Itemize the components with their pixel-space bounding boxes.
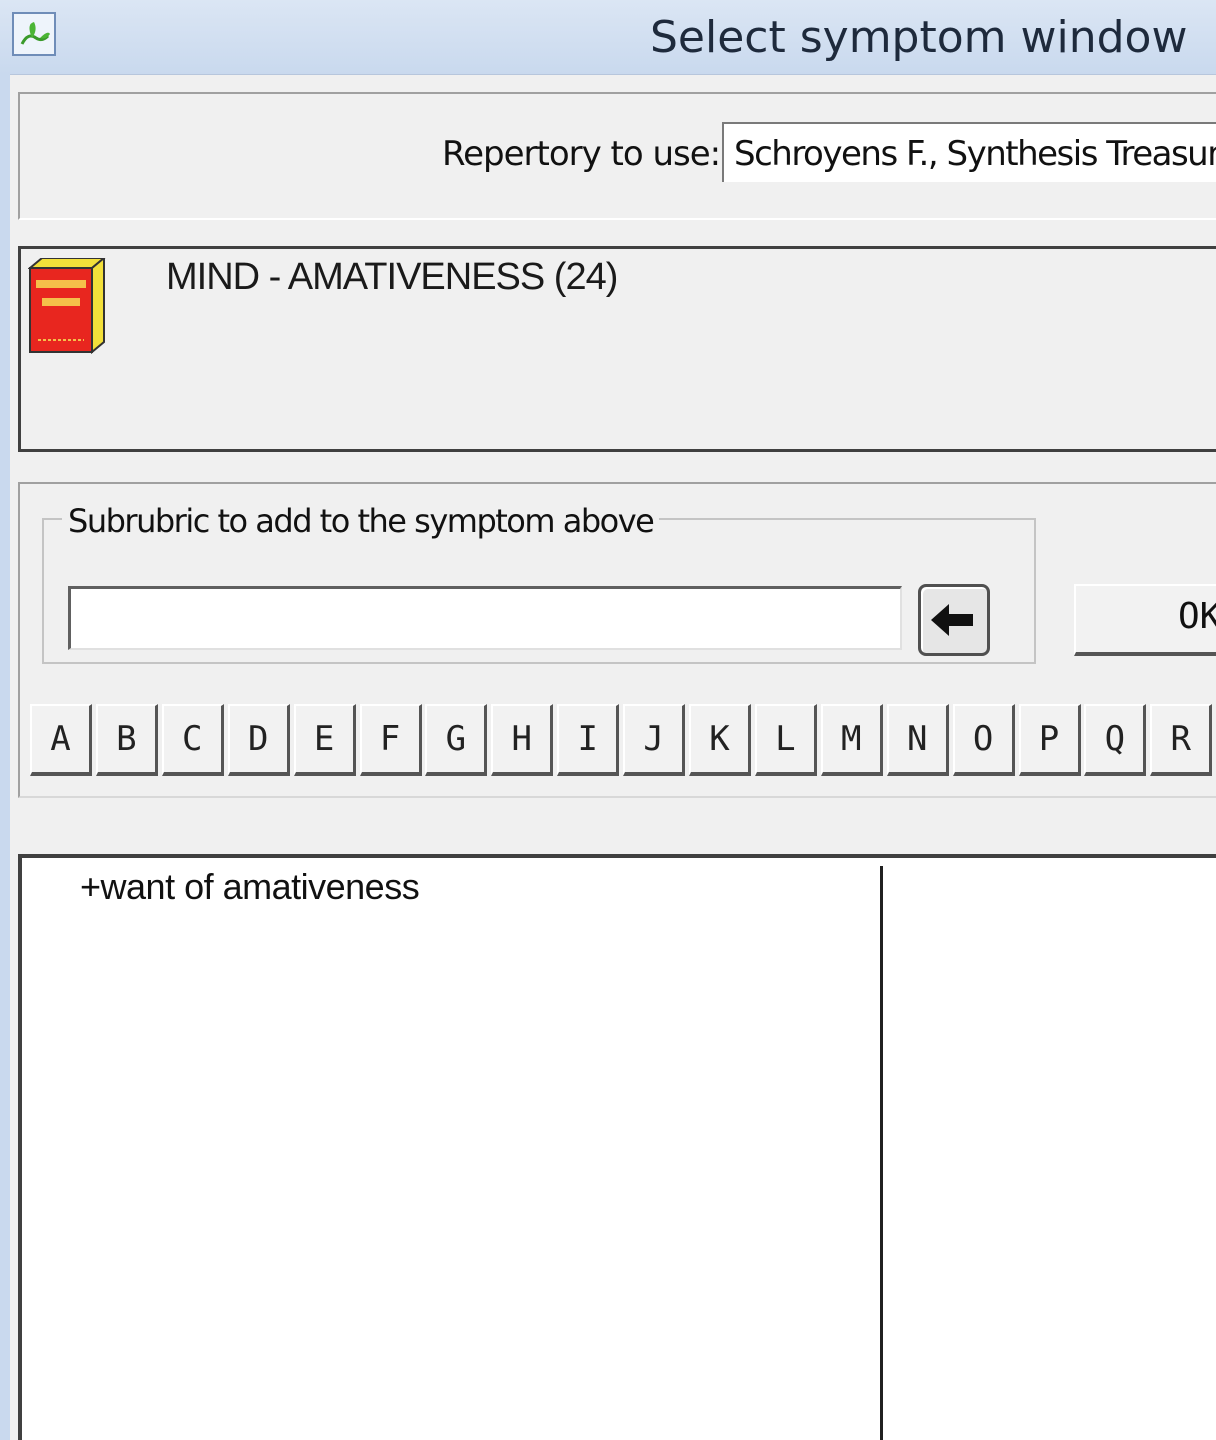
letter-button-f[interactable]: F [359, 704, 422, 776]
letter-button-p[interactable]: P [1018, 704, 1081, 776]
window-title: Select symptom window [650, 12, 1188, 63]
repertory-label: Repertory to use: [442, 134, 721, 174]
letter-button-m[interactable]: M [820, 704, 883, 776]
symptom-title: MIND - AMATIVENESS (24) [166, 256, 618, 298]
letter-button-row: ABCDEFGHIJKLMNOPQR [30, 704, 1216, 776]
letter-button-o[interactable]: O [952, 704, 1015, 776]
letter-button-h[interactable]: H [491, 704, 554, 776]
subrubric-group-label: Subrubric to add to the symptom above [62, 502, 660, 540]
app-leaf-icon[interactable] [12, 12, 56, 56]
letter-button-g[interactable]: G [425, 704, 488, 776]
list-item[interactable]: +want of amativeness [80, 866, 420, 908]
subrubric-input[interactable] [68, 586, 902, 650]
list-column-divider[interactable] [880, 866, 883, 1440]
letter-button-j[interactable]: J [623, 704, 686, 776]
letter-button-n[interactable]: N [886, 704, 949, 776]
letter-button-r[interactable]: R [1150, 704, 1213, 776]
letter-button-c[interactable]: C [161, 704, 224, 776]
title-bar: Select symptom window [0, 0, 1216, 75]
window-frame [0, 74, 10, 1440]
ok-button[interactable]: OK [1074, 584, 1216, 656]
letter-button-q[interactable]: Q [1084, 704, 1147, 776]
letter-button-a[interactable]: A [30, 704, 92, 776]
letter-button-i[interactable]: I [557, 704, 620, 776]
letter-button-l[interactable]: L [754, 704, 817, 776]
subrubric-list[interactable] [18, 854, 1216, 1440]
arrow-left-icon [931, 604, 973, 636]
add-subrubric-button[interactable] [918, 584, 990, 656]
repertory-select[interactable]: Schroyens F., Synthesis Treasure [722, 122, 1216, 182]
letter-button-b[interactable]: B [95, 704, 158, 776]
red-book-icon [27, 255, 108, 359]
letter-button-e[interactable]: E [293, 704, 356, 776]
letter-button-k[interactable]: K [689, 704, 751, 776]
letter-button-d[interactable]: D [227, 704, 290, 776]
